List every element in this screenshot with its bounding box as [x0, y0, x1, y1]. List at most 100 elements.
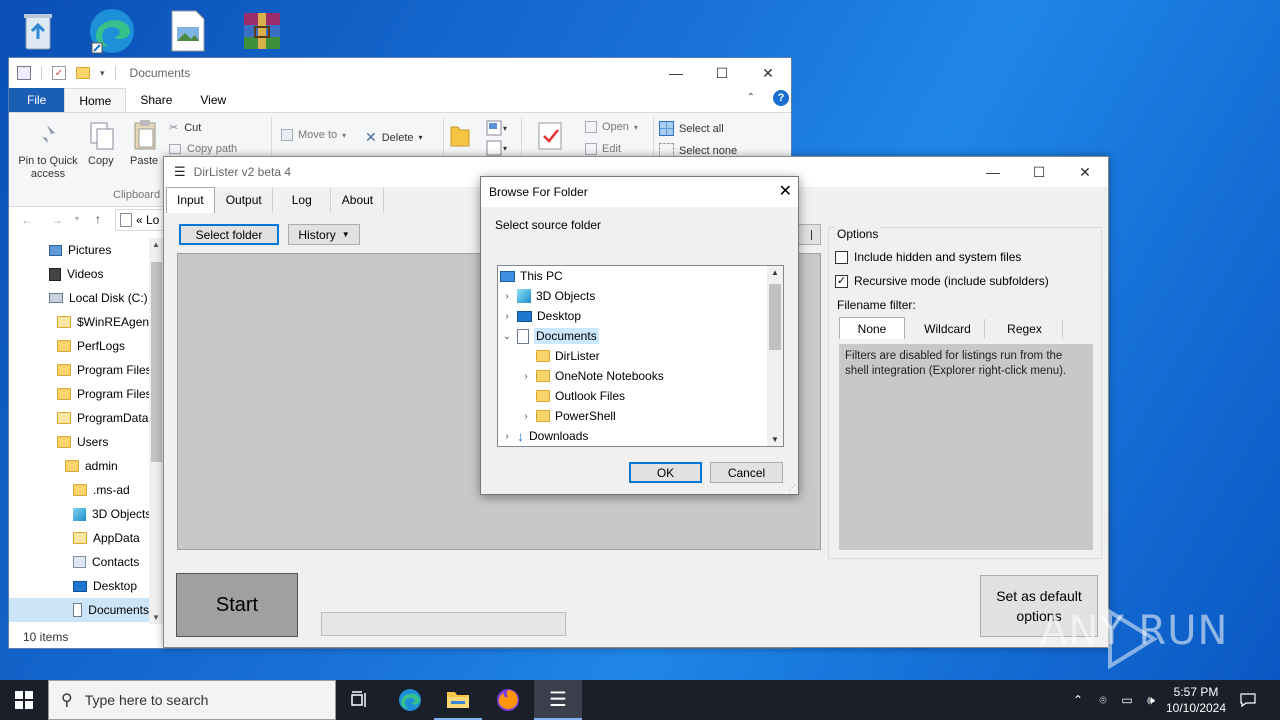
nav-item-pictures[interactable]: Pictures [49, 238, 111, 262]
tab-file[interactable]: File [9, 88, 65, 112]
minimize-icon[interactable]: — [653, 58, 699, 88]
nav-item-programdata[interactable]: ProgramData [57, 406, 148, 430]
ribbon-collapse-icon[interactable]: ⌃ [747, 92, 755, 103]
expand-chevron-icon[interactable]: › [521, 411, 531, 422]
minimize-icon[interactable]: — [970, 157, 1016, 187]
nav-item-appdata[interactable]: AppData [73, 526, 140, 550]
nav-item-documents[interactable]: Documents [9, 598, 149, 622]
paste-button[interactable]: Paste [130, 155, 158, 167]
nav-item-perflogs[interactable]: PerfLogs [57, 334, 125, 358]
tree-item-outlook-files[interactable]: Outlook Files [521, 386, 625, 406]
resize-grip-icon[interactable]: ⋰ [788, 483, 796, 492]
tab-log[interactable]: Log [272, 187, 331, 213]
copy-button[interactable]: Copy [88, 155, 114, 167]
task-view-icon[interactable] [336, 680, 384, 720]
nav-item-local-disk[interactable]: Local Disk (C:) [49, 286, 148, 310]
tab-view[interactable]: View [186, 88, 240, 112]
checkmark-file-icon[interactable]: ✓ [52, 66, 66, 80]
start-button[interactable]: Start [176, 573, 298, 637]
tree-scrollbar-thumb[interactable] [769, 284, 781, 350]
tree-scrollbar[interactable]: ▲ ▼ [767, 266, 783, 446]
volume-icon[interactable]: 🕪 [1140, 680, 1162, 720]
cancel-button[interactable]: Cancel [710, 462, 783, 483]
nav-scrollbar-thumb[interactable] [151, 262, 162, 462]
delete-button[interactable]: ✕ Delete ▾ [365, 129, 423, 146]
edge-desktop-icon[interactable] [84, 6, 140, 56]
new-folder-large-icon[interactable] [449, 121, 471, 152]
filter-tab-regex[interactable]: Regex [987, 319, 1063, 339]
clock[interactable]: 5:57 PM 10/10/2024 [1160, 680, 1232, 720]
forward-arrow-icon[interactable]: → [51, 213, 63, 227]
image-file-icon[interactable] [160, 6, 216, 56]
open-button[interactable]: Open ▾ [585, 121, 638, 133]
properties-icon[interactable] [17, 66, 31, 80]
windows-start-icon[interactable] [0, 680, 48, 720]
nav-item-program-files-x86[interactable]: Program Files [57, 382, 152, 406]
device-icon[interactable]: ⌾ [1092, 680, 1114, 720]
nav-item-desktop[interactable]: Desktop [73, 574, 137, 598]
notifications-icon[interactable] [1236, 680, 1260, 720]
close-icon[interactable]: ✕ [1062, 157, 1108, 187]
recursive-option[interactable]: ✓ Recursive mode (include subfolders) [835, 274, 1049, 288]
back-arrow-icon[interactable]: ← [21, 213, 33, 227]
close-icon[interactable]: ✕ [745, 58, 791, 88]
tree-item-onenote-notebooks[interactable]: › OneNote Notebooks [521, 366, 663, 386]
chevron-down-icon[interactable]: ▾ [100, 68, 105, 79]
expand-chevron-icon[interactable]: › [521, 371, 531, 382]
recursive-checkbox[interactable]: ✓ [835, 274, 848, 288]
help-icon[interactable]: ? [773, 90, 789, 106]
scroll-down-icon[interactable]: ▼ [771, 435, 779, 444]
dirlister-taskbar-icon[interactable]: ☰ [534, 680, 582, 720]
taskbar-search-box[interactable]: ⚲ Type here to search [48, 680, 336, 720]
expand-chevron-icon[interactable]: › [502, 311, 512, 322]
scroll-up-icon[interactable]: ▲ [771, 268, 779, 277]
edge-taskbar-icon[interactable] [386, 680, 434, 720]
tree-item-downloads[interactable]: › ↓ Downloads [502, 426, 588, 446]
edit-button[interactable]: Edit [585, 143, 621, 155]
winrar-icon[interactable] [234, 6, 290, 56]
scroll-down-icon[interactable]: ▼ [152, 613, 160, 622]
filter-tab-none[interactable]: None [839, 317, 905, 339]
up-arrow-icon[interactable]: ↑ [95, 212, 101, 226]
ok-button[interactable]: OK [629, 462, 702, 483]
maximize-icon[interactable]: ☐ [1016, 157, 1062, 187]
nav-item-admin[interactable]: admin [65, 454, 118, 478]
nav-item-ms-ad[interactable]: .ms-ad [73, 478, 130, 502]
tree-item-3d-objects[interactable]: › 3D Objects [502, 286, 595, 306]
new-folder-icon[interactable] [76, 67, 90, 79]
include-hidden-checkbox[interactable] [835, 250, 848, 264]
filter-tab-wildcard[interactable]: Wildcard [911, 319, 985, 339]
pin-quick-access-button[interactable]: Pin to Quick access [13, 155, 83, 181]
expand-chevron-icon[interactable]: › [502, 291, 512, 302]
collapse-chevron-icon[interactable]: ⌄ [502, 331, 512, 342]
history-button[interactable]: History ▼ [288, 224, 360, 245]
tree-item-desktop[interactable]: › Desktop [502, 306, 581, 326]
tree-item-powershell[interactable]: › PowerShell [521, 406, 615, 426]
show-hidden-icons-icon[interactable]: ⌃ [1068, 680, 1088, 720]
tab-about[interactable]: About [330, 187, 385, 213]
recycle-bin-icon[interactable] [10, 6, 66, 56]
nav-scrollbar[interactable]: ▲ ▼ [149, 238, 164, 624]
properties-large-icon[interactable] [537, 121, 563, 154]
network-icon[interactable]: ▭ [1116, 680, 1138, 720]
firefox-taskbar-icon[interactable] [484, 680, 532, 720]
file-explorer-taskbar-icon[interactable] [434, 680, 482, 720]
maximize-icon[interactable]: ☐ [699, 58, 745, 88]
tab-share[interactable]: Share [126, 88, 186, 112]
tab-home[interactable]: Home [64, 88, 127, 112]
select-folder-button[interactable]: Select folder [179, 224, 279, 245]
nav-item-contacts[interactable]: Contacts [73, 550, 139, 574]
copy-path-button[interactable]: Copy path [169, 143, 237, 155]
select-all-button[interactable]: Select all [659, 121, 724, 136]
nav-item-users[interactable]: Users [57, 430, 108, 454]
cut-button[interactable]: ✂ Cut [169, 121, 201, 135]
tab-input[interactable]: Input [166, 187, 215, 213]
folder-tree[interactable]: This PC › 3D Objects › Desktop ⌄ Documen… [497, 265, 784, 447]
nav-item-videos[interactable]: Videos [49, 262, 103, 286]
nav-item-program-files[interactable]: Program Files [57, 358, 152, 382]
nav-item-3d-objects[interactable]: 3D Objects [73, 502, 151, 526]
nav-item-winreagent[interactable]: $WinREAgent [57, 310, 152, 334]
move-to-button[interactable]: Move to ▾ [281, 129, 346, 141]
tab-output[interactable]: Output [214, 187, 273, 213]
tree-item-documents[interactable]: ⌄ Documents [502, 326, 599, 346]
